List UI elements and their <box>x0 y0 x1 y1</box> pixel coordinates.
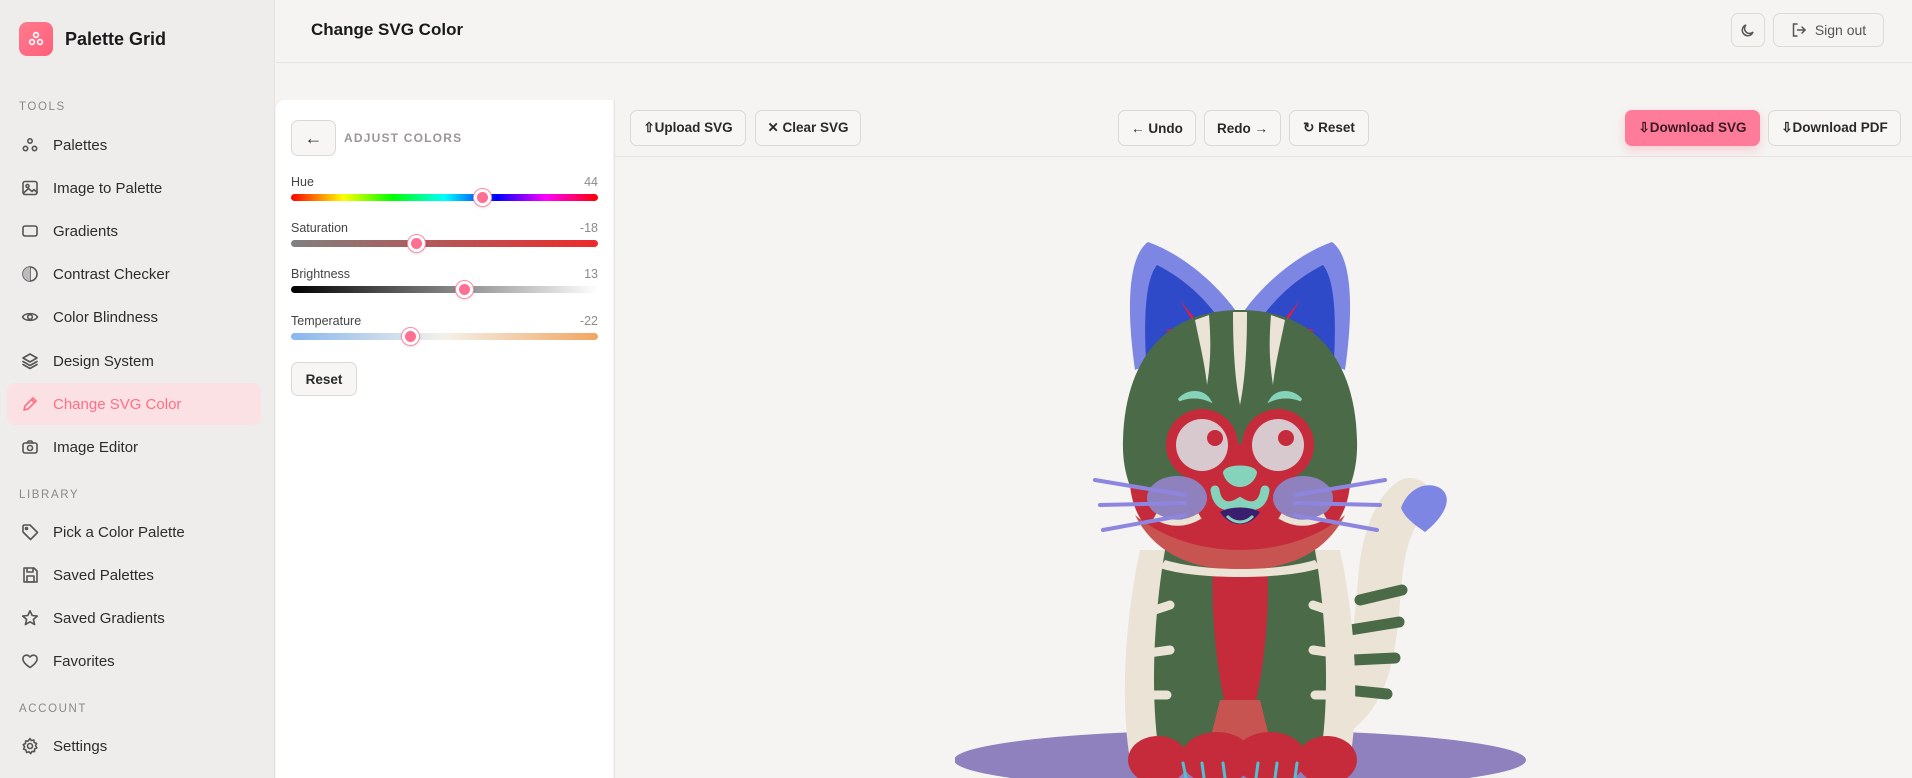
image-icon <box>22 180 38 196</box>
camera-icon <box>22 440 38 454</box>
sidebar-item-label: Color Blindness <box>53 308 159 326</box>
sidebar: Palette Grid TOOLS Palettes Image to Pal… <box>0 0 275 778</box>
back-button[interactable]: ← <box>291 120 336 156</box>
section-label-account: ACCOUNT <box>19 703 88 715</box>
slider-label: Brightness <box>291 267 351 281</box>
slider-value: -18 <box>579 221 598 235</box>
reset-svg-button[interactable]: ↻ Reset <box>1289 110 1369 146</box>
sidebar-item-label: Saved Gradients <box>53 609 165 627</box>
slider-track[interactable] <box>291 240 598 247</box>
slider-value: 44 <box>584 175 598 189</box>
save-icon <box>23 567 38 583</box>
tag-icon <box>22 524 39 541</box>
sidebar-item-favorites[interactable]: Favorites <box>7 640 261 682</box>
download-svg-button[interactable]: ⇩Download SVG <box>1625 110 1760 146</box>
sidebar-item-label: Design System <box>53 352 154 370</box>
svg-canvas-area: ⇧Upload SVG ✕ Clear SVG ← Undo Redo → ↻ … <box>614 100 1912 778</box>
sidebar-item-label: Gradients <box>53 222 119 240</box>
gear-icon <box>22 737 38 755</box>
section-label-library: LIBRARY <box>19 489 80 501</box>
slider-thumb[interactable] <box>473 189 491 206</box>
theme-toggle-button[interactable] <box>1731 13 1765 47</box>
undo-button[interactable]: ← Undo <box>1118 110 1196 146</box>
slider-label: Saturation <box>291 221 348 235</box>
sidebar-item-label: Settings <box>53 737 108 755</box>
brand-logo-icon <box>19 22 53 56</box>
slider-thumb[interactable] <box>455 281 473 298</box>
sidebar-item-color-blindness[interactable]: Color Blindness <box>7 296 261 338</box>
adjust-colors-panel: ← ADJUST COLORS Hue 44 Saturation -18 Br… <box>276 100 613 778</box>
pen-icon <box>23 397 37 411</box>
sidebar-item-label: Saved Palettes <box>53 566 154 584</box>
sign-out-button[interactable]: Sign out <box>1773 13 1884 47</box>
palette-icon <box>22 137 38 152</box>
contrast-icon <box>22 266 38 282</box>
sidebar-item-saved-gradients[interactable]: Saved Gradients <box>7 597 261 639</box>
sidebar-item-label: Image Editor <box>53 438 139 456</box>
sidebar-item-label: Favorites <box>53 652 115 670</box>
slider-thumb[interactable] <box>402 328 420 345</box>
eye-icon <box>21 312 39 322</box>
sidebar-item-label: Contrast Checker <box>53 265 170 283</box>
sidebar-item-label: Change SVG Color <box>53 395 182 413</box>
sidebar-item-label: Image to Palette <box>53 179 163 197</box>
panel-title: ADJUST COLORS <box>344 131 463 145</box>
canvas-toolbar: ⇧Upload SVG ✕ Clear SVG ← Undo Redo → ↻ … <box>615 100 1912 157</box>
reset-adjustments-button[interactable]: Reset <box>291 362 357 396</box>
sidebar-item-design-system[interactable]: Design System <box>7 340 261 382</box>
slider-value: 13 <box>584 267 598 281</box>
brand-name: Palette Grid <box>65 28 167 49</box>
upload-svg-button[interactable]: ⇧Upload SVG <box>630 110 746 146</box>
sidebar-item-settings[interactable]: Settings <box>7 725 261 767</box>
sidebar-item-palettes[interactable]: Palettes <box>7 124 261 166</box>
slider-label: Hue <box>291 175 314 189</box>
cat-illustration <box>955 242 1526 778</box>
sidebar-item-pick-a-color-palette[interactable]: Pick a Color Palette <box>7 511 261 553</box>
slider-track[interactable] <box>291 194 598 201</box>
star-icon <box>21 610 39 626</box>
sidebar-item-label: Pick a Color Palette <box>53 523 185 541</box>
gradient-icon <box>22 225 38 237</box>
clear-svg-button[interactable]: ✕ Clear SVG <box>755 110 861 146</box>
slider-label: Temperature <box>291 314 362 328</box>
sign-out-label: Sign out <box>1814 22 1867 38</box>
sidebar-item-contrast-checker[interactable]: Contrast Checker <box>7 253 261 295</box>
section-label-tools: TOOLS <box>19 101 66 113</box>
slider-thumb[interactable] <box>408 235 426 252</box>
sidebar-item-image-editor[interactable]: Image Editor <box>7 426 261 468</box>
slider-track[interactable] <box>291 286 598 293</box>
moon-icon <box>1741 24 1754 37</box>
logout-icon <box>1792 23 1806 37</box>
sidebar-item-saved-palettes[interactable]: Saved Palettes <box>7 554 261 596</box>
brand[interactable]: Palette Grid <box>19 22 166 56</box>
slider-value: -22 <box>579 314 598 328</box>
topbar: Change SVG Color Sign out <box>276 0 1912 63</box>
page-title: Change SVG Color <box>311 20 464 39</box>
layers-icon <box>22 353 38 370</box>
sidebar-item-change-svg-color[interactable]: Change SVG Color <box>7 383 261 425</box>
download-pdf-button[interactable]: ⇩Download PDF <box>1768 110 1901 146</box>
sidebar-item-label: Palettes <box>53 136 108 154</box>
slider-track[interactable] <box>291 333 598 340</box>
sidebar-item-gradients[interactable]: Gradients <box>7 210 261 252</box>
heart-icon <box>22 654 38 669</box>
redo-button[interactable]: Redo → <box>1204 110 1281 146</box>
svg-preview[interactable] <box>955 160 1555 778</box>
sidebar-item-image-to-palette[interactable]: Image to Palette <box>7 167 261 209</box>
